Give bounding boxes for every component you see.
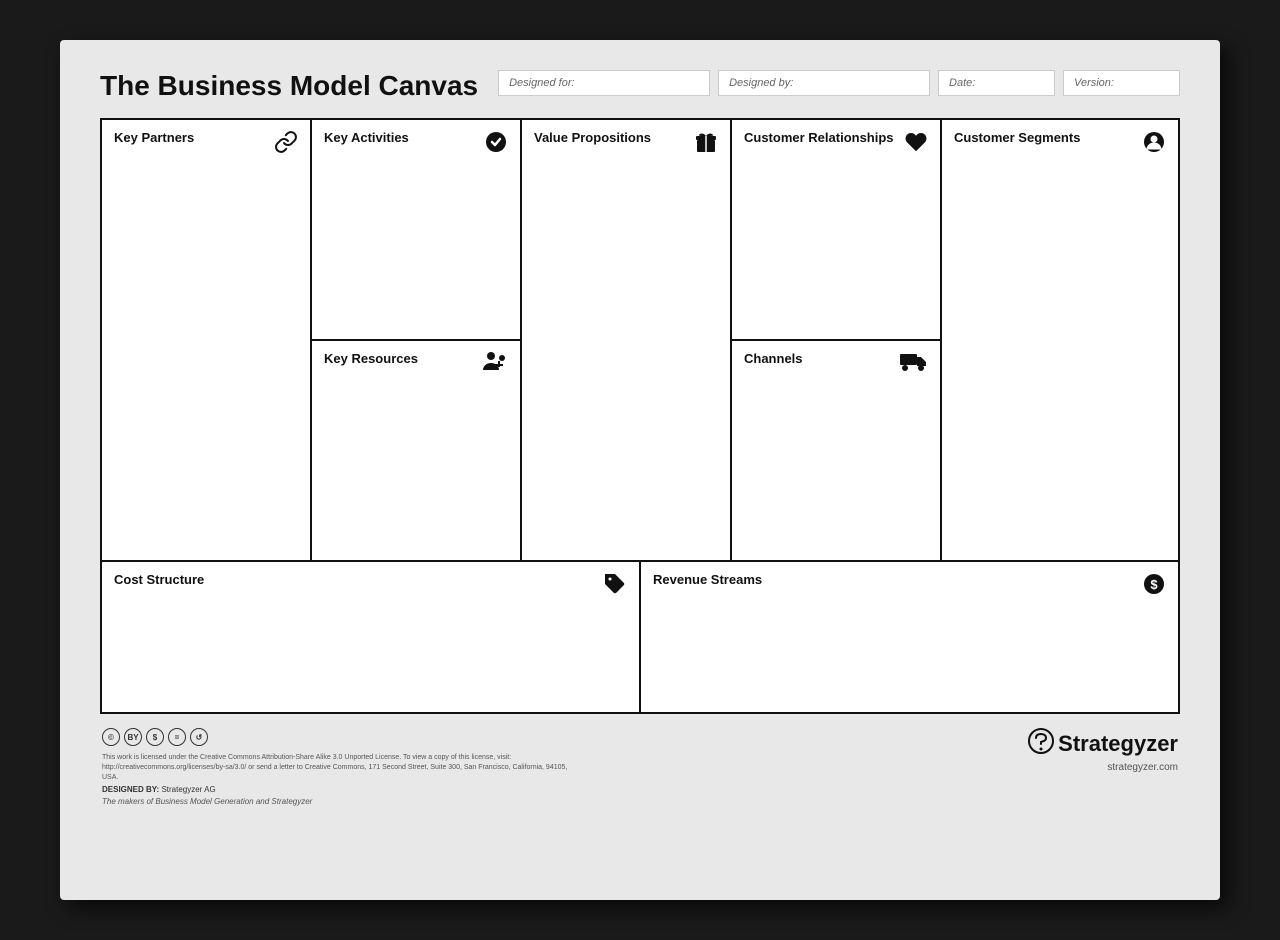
top-section: Key Partners Key Activities [102, 120, 1178, 562]
customer-segments-label: Customer Segments [954, 130, 1080, 145]
page-wrapper: The Business Model Canvas Designed for: … [60, 40, 1220, 900]
date-field[interactable]: Date: [938, 70, 1055, 96]
customer-relationships-cell: Customer Relationships [732, 120, 940, 341]
cc-nc-icon: $ [146, 728, 164, 746]
designed-by-field[interactable]: Designed by: [718, 70, 930, 96]
header-row: The Business Model Canvas Designed for: … [100, 70, 1180, 102]
footer-left: © BY $ = ↺ This work is licensed under t… [102, 728, 582, 806]
customer-segments-cell: Customer Segments [942, 120, 1178, 560]
value-propositions-icon [694, 130, 718, 160]
channels-cell: Channels [732, 341, 940, 560]
key-partners-title: Key Partners [114, 130, 298, 160]
strategyzer-logo-icon [1028, 728, 1054, 760]
cc-icon: © [102, 728, 120, 746]
strategyzer-logo: Strategyzer [1028, 728, 1178, 760]
cc-by-icon: BY [124, 728, 142, 746]
designed-for-field[interactable]: Designed for: [498, 70, 710, 96]
footer-right: Strategyzer strategyzer.com [1028, 728, 1178, 773]
canvas-grid: Key Partners Key Activities [100, 118, 1180, 714]
key-resources-title: Key Resources [324, 351, 508, 379]
key-resources-label: Key Resources [324, 351, 418, 366]
date-label: Date: [949, 77, 975, 89]
strategyzer-url: strategyzer.com [1107, 762, 1178, 773]
channels-label: Channels [744, 351, 803, 366]
svg-text:$: $ [1150, 577, 1158, 592]
strategyzer-brand: Strategyzer [1058, 731, 1178, 757]
footer-designed-by-label: DESIGNED BY: [102, 785, 159, 794]
footer-designed-by: DESIGNED BY: Strategyzer AG [102, 785, 582, 794]
footer-license-text: This work is licensed under the Creative… [102, 753, 582, 782]
version-label: Version: [1074, 77, 1114, 89]
cc-sa-icon: ↺ [190, 728, 208, 746]
key-partners-icon [274, 130, 298, 160]
header-fields: Designed for: Designed by: Date: Version… [498, 70, 1180, 96]
footer-designed-by-value: Strategyzer AG [161, 785, 215, 794]
customer-relationships-icon [904, 130, 928, 160]
key-activities-icon [484, 130, 508, 160]
value-propositions-label: Value Propositions [534, 130, 651, 145]
revenue-streams-title: Revenue Streams $ [653, 572, 1166, 602]
key-activities-title: Key Activities [324, 130, 508, 160]
revenue-streams-icon: $ [1142, 572, 1166, 602]
cost-structure-cell: Cost Structure [102, 562, 641, 712]
key-resources-cell: Key Resources [312, 341, 520, 560]
key-activities-cell: Key Activities [312, 120, 520, 341]
key-partners-cell: Key Partners [102, 120, 312, 560]
key-activities-resources-col: Key Activities Key Resources [312, 120, 522, 560]
cost-structure-icon [603, 572, 627, 602]
customer-relationships-label: Customer Relationships [744, 130, 894, 145]
customer-segments-icon [1142, 130, 1166, 160]
cost-structure-title: Cost Structure [114, 572, 627, 602]
footer-icons: © BY $ = ↺ [102, 728, 582, 746]
cc-nd-icon: = [168, 728, 186, 746]
value-propositions-cell: Value Propositions [522, 120, 732, 560]
channels-title: Channels [744, 351, 928, 377]
version-field[interactable]: Version: [1063, 70, 1180, 96]
customer-relationships-title: Customer Relationships [744, 130, 928, 160]
customer-segments-title: Customer Segments [954, 130, 1166, 160]
revenue-streams-label: Revenue Streams [653, 572, 762, 587]
footer: © BY $ = ↺ This work is licensed under t… [100, 728, 1180, 806]
channels-icon [900, 351, 928, 377]
cost-structure-label: Cost Structure [114, 572, 204, 587]
designed-for-label: Designed for: [509, 77, 574, 89]
key-partners-label: Key Partners [114, 130, 194, 145]
key-resources-icon [482, 351, 508, 379]
key-activities-label: Key Activities [324, 130, 409, 145]
footer-tagline: The makers of Business Model Generation … [102, 797, 582, 806]
bottom-section: Cost Structure Revenue Streams [102, 562, 1178, 712]
designed-by-label: Designed by: [729, 77, 793, 89]
value-propositions-title: Value Propositions [534, 130, 718, 160]
customer-rel-channels-col: Customer Relationships Channels [732, 120, 942, 560]
page-title: The Business Model Canvas [100, 70, 478, 102]
revenue-streams-cell: Revenue Streams $ [641, 562, 1178, 712]
